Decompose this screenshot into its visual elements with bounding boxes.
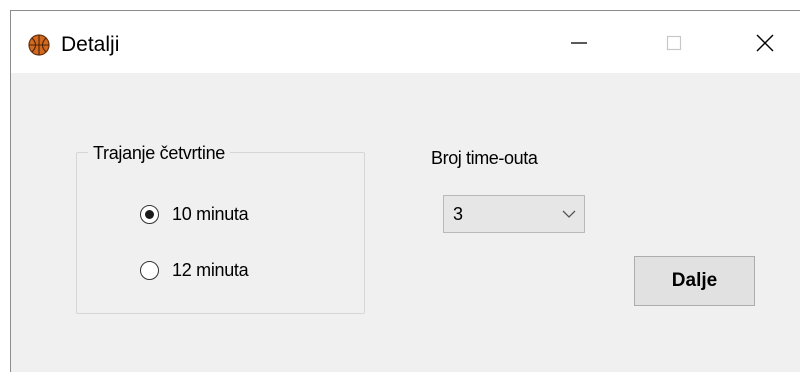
minimize-icon xyxy=(571,42,587,44)
timeouts-selected-value: 3 xyxy=(453,204,464,224)
quarter-duration-legend: Trajanje četvrtine xyxy=(88,142,230,164)
radio-10-minutes[interactable]: 10 minuta xyxy=(140,201,249,227)
radio-selected-dot xyxy=(145,209,154,219)
radio-button-unchecked[interactable] xyxy=(140,260,159,280)
next-button[interactable]: Dalje xyxy=(634,256,755,306)
radio-12-minutes-label[interactable]: 12 minuta xyxy=(172,260,249,281)
maximize-button[interactable] xyxy=(647,23,701,63)
minimize-button[interactable] xyxy=(552,23,606,63)
timeouts-combobox[interactable]: 3 xyxy=(443,195,585,233)
timeouts-label: Broj time-outa xyxy=(431,148,538,168)
chevron-down-icon xyxy=(562,210,576,218)
quarter-duration-group: Trajanje četvrtine 10 minuta 12 minuta xyxy=(76,142,365,314)
close-icon xyxy=(756,34,774,52)
title-bar[interactable]: Detalji xyxy=(11,11,800,73)
maximize-icon xyxy=(666,35,682,51)
window-title: Detalji xyxy=(61,33,120,56)
radio-10-minutes-label[interactable]: 10 minuta xyxy=(172,204,249,225)
radio-button-checked[interactable] xyxy=(140,204,159,224)
radio-12-minutes[interactable]: 12 minuta xyxy=(140,257,249,283)
details-window: Detalji Trajanje četvrtine 10 minuta 12 … xyxy=(10,10,800,372)
basketball-icon xyxy=(28,34,50,56)
close-button[interactable] xyxy=(738,23,792,63)
